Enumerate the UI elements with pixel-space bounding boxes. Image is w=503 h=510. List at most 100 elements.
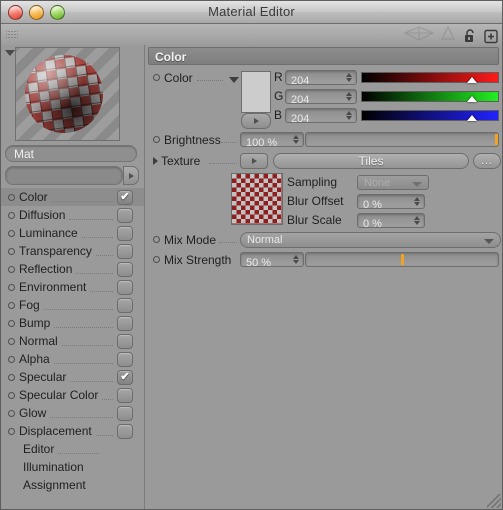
channel-row-color[interactable]: Color ✔ — [1, 188, 144, 206]
channel-row-alpha[interactable]: Alpha — [1, 350, 144, 368]
channel-keyframe-dot[interactable] — [8, 301, 15, 309]
lock-icon[interactable] — [462, 28, 477, 44]
channel-keyframe-dot[interactable] — [8, 427, 15, 435]
g-slider-marker[interactable] — [467, 96, 478, 102]
drag-grip-icon[interactable] — [6, 29, 18, 40]
leader-dots — [76, 264, 113, 274]
brightness-slider-handle[interactable] — [495, 134, 498, 145]
blur-offset-stepper[interactable] — [414, 197, 420, 206]
mix-strength-slider[interactable] — [305, 252, 499, 267]
channel-keyframe-dot[interactable] — [8, 337, 15, 345]
color-keyframe-dot[interactable] — [153, 74, 160, 81]
channel-row-fog[interactable]: Fog — [1, 296, 144, 314]
channel-keyframe-dot[interactable] — [8, 319, 15, 327]
channel-checkbox[interactable] — [117, 351, 133, 367]
material-preview[interactable] — [15, 47, 120, 141]
r-stepper[interactable] — [346, 73, 352, 82]
channel-row-normal[interactable]: Normal — [1, 332, 144, 350]
r-gradient-slider[interactable] — [361, 72, 499, 83]
check-icon: ✔ — [120, 370, 130, 383]
channel-checkbox[interactable] — [117, 279, 133, 295]
blur-scale-input[interactable]: 0 % — [357, 213, 425, 230]
leader-dots — [61, 336, 113, 346]
channel-keyframe-dot[interactable] — [8, 247, 15, 255]
channel-checkbox[interactable]: ✔ — [117, 189, 133, 205]
cone-icon[interactable] — [440, 25, 456, 46]
material-name-input[interactable]: Mat — [5, 145, 137, 162]
channel-checkbox[interactable] — [117, 315, 133, 331]
g-gradient-slider[interactable] — [361, 91, 499, 102]
b-input[interactable]: 204 — [285, 108, 357, 125]
mix-mode-keyframe-dot[interactable] — [153, 236, 160, 243]
channel-checkbox[interactable] — [117, 387, 133, 403]
texture-expand-button[interactable] — [240, 153, 268, 169]
channel-keyframe-dot[interactable] — [8, 373, 15, 381]
preview-shape-icon[interactable] — [403, 26, 435, 46]
b-slider-marker[interactable] — [467, 115, 478, 121]
mix-strength-slider-handle[interactable] — [401, 254, 404, 265]
material-link-button[interactable] — [123, 166, 139, 185]
material-link-input[interactable] — [5, 166, 123, 185]
color-expand-button[interactable] — [241, 113, 271, 129]
mix-strength-keyframe-dot[interactable] — [153, 256, 160, 263]
texture-more-button[interactable]: ... — [473, 153, 501, 169]
mix-strength-input[interactable]: 50 % — [240, 252, 304, 269]
brightness-slider[interactable] — [305, 132, 499, 147]
leader-dots — [51, 192, 113, 202]
channel-keyframe-dot[interactable] — [8, 265, 15, 273]
brightness-keyframe-dot[interactable] — [153, 136, 160, 143]
channel-checkbox[interactable] — [117, 261, 133, 277]
texture-thumbnail[interactable] — [231, 173, 283, 225]
color-swatch[interactable] — [241, 71, 271, 113]
channel-checkbox[interactable] — [117, 207, 133, 223]
g-input[interactable]: 204 — [285, 89, 357, 106]
brightness-stepper[interactable] — [293, 135, 299, 144]
texture-select-button[interactable]: Tiles — [273, 153, 469, 169]
page-row-illumination[interactable]: Illumination — [1, 458, 144, 476]
channel-row-diffusion[interactable]: Diffusion — [1, 206, 144, 224]
channel-row-bump[interactable]: Bump — [1, 314, 144, 332]
resize-grip[interactable] — [487, 494, 501, 508]
channel-row-reflection[interactable]: Reflection — [1, 260, 144, 278]
channel-checkbox[interactable]: ✔ — [117, 369, 133, 385]
channel-checkbox[interactable] — [117, 243, 133, 259]
brightness-input[interactable]: 100 % — [240, 132, 304, 149]
channel-label: Glow — [19, 406, 47, 420]
leader-dots — [54, 318, 113, 328]
channel-keyframe-dot[interactable] — [8, 409, 15, 417]
channel-row-environment[interactable]: Environment — [1, 278, 144, 296]
channel-checkbox[interactable] — [117, 405, 133, 421]
texture-expand-triangle-icon[interactable] — [153, 156, 158, 165]
channel-row-transparency[interactable]: Transparency — [1, 242, 144, 260]
color-mode-triangle-icon[interactable] — [229, 77, 239, 83]
add-icon[interactable] — [483, 28, 498, 44]
channel-checkbox[interactable] — [117, 225, 133, 241]
channel-checkbox[interactable] — [117, 423, 133, 439]
mix-strength-stepper[interactable] — [293, 255, 299, 264]
r-slider-marker[interactable] — [467, 77, 478, 83]
b-stepper[interactable] — [346, 111, 352, 120]
channel-row-specular[interactable]: Specular ✔ — [1, 368, 144, 386]
channel-checkbox[interactable] — [117, 297, 133, 313]
blur-scale-stepper[interactable] — [414, 216, 420, 225]
page-row-editor[interactable]: Editor — [1, 440, 144, 458]
channel-row-specular-color[interactable]: Specular Color — [1, 386, 144, 404]
r-input[interactable]: 204 — [285, 70, 357, 87]
channel-keyframe-dot[interactable] — [8, 193, 15, 201]
channel-keyframe-dot[interactable] — [8, 355, 15, 363]
blur-offset-input[interactable]: 0 % — [357, 194, 425, 211]
channel-row-luminance[interactable]: Luminance — [1, 224, 144, 242]
b-gradient-slider[interactable] — [361, 110, 499, 121]
channel-keyframe-dot[interactable] — [8, 391, 15, 399]
collapse-triangle-icon[interactable] — [5, 50, 15, 56]
g-stepper[interactable] — [346, 92, 352, 101]
channel-checkbox[interactable] — [117, 333, 133, 349]
channel-row-glow[interactable]: Glow — [1, 404, 144, 422]
channel-row-displacement[interactable]: Displacement — [1, 422, 144, 440]
sampling-dropdown[interactable]: None — [357, 175, 429, 190]
channel-keyframe-dot[interactable] — [8, 211, 15, 219]
channel-keyframe-dot[interactable] — [8, 229, 15, 237]
mix-mode-dropdown[interactable]: Normal — [240, 232, 501, 248]
channel-keyframe-dot[interactable] — [8, 283, 15, 291]
page-row-assignment[interactable]: Assignment — [1, 476, 144, 494]
